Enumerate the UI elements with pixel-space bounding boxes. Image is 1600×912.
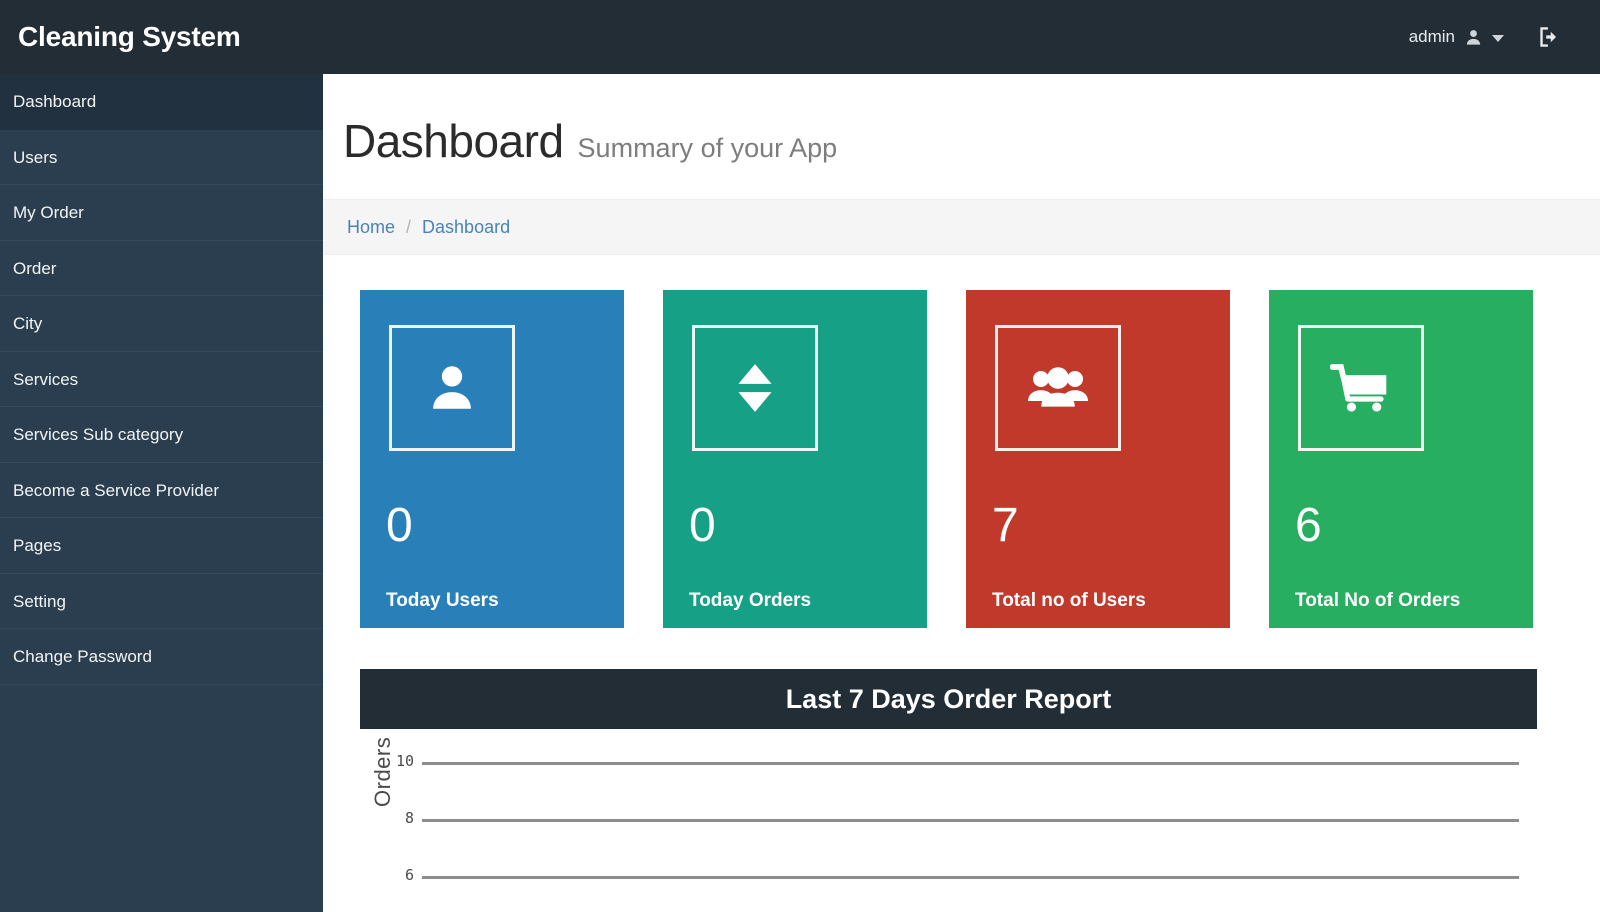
- sidebar-item-label: Services Sub category: [13, 425, 184, 444]
- sidebar-item-label: Users: [13, 147, 58, 167]
- sidebar-item-my-order[interactable]: My Order: [0, 185, 323, 241]
- sidebar-item-label: Setting: [13, 591, 66, 611]
- card-value: 0: [386, 499, 413, 552]
- sidebar-item-label: Pages: [13, 536, 62, 555]
- sidebar-item-label: Order: [13, 258, 57, 278]
- card-icon-frame: [692, 325, 818, 451]
- chart-gridrow: 6: [360, 866, 1537, 884]
- stat-card-today-orders[interactable]: 0 Today Orders: [663, 290, 927, 628]
- username-label: admin: [1408, 27, 1455, 46]
- sidebar-item-label: City: [13, 314, 43, 333]
- sidebar-item-label: Change Password: [13, 647, 152, 666]
- card-label: Total No of Orders: [1295, 590, 1461, 611]
- chart-y-tick: 10: [395, 752, 414, 770]
- stat-card-today-users[interactable]: 0 Today Users: [360, 290, 624, 628]
- chart-gridrow: 8: [360, 809, 1537, 827]
- card-icon-frame: [995, 325, 1121, 451]
- sidebar-item-change-password[interactable]: Change Password: [0, 629, 323, 685]
- app-brand: Cleaning System: [18, 21, 241, 52]
- stat-card-total-users[interactable]: 7 Total no of Users: [966, 290, 1230, 628]
- breadcrumb-dashboard[interactable]: Dashboard: [422, 217, 510, 238]
- breadcrumb-home[interactable]: Home: [347, 217, 395, 238]
- chart-gridline: [422, 819, 1519, 822]
- chart-title: Last 7 Days Order Report: [360, 668, 1537, 729]
- user-icon: [423, 359, 481, 417]
- user-icon: [1464, 28, 1483, 47]
- sidebar-item-dashboard[interactable]: Dashboard: [0, 74, 323, 130]
- chart-y-tick: 6: [404, 866, 414, 884]
- sidebar-item-services[interactable]: Services: [0, 352, 323, 407]
- sidebar-item-label: My Order: [13, 203, 84, 222]
- chart-y-axis-label: Orders: [370, 736, 395, 807]
- logout-button[interactable]: [1518, 0, 1580, 74]
- dashboard-page: Cleaning System admin Dashboard Users My…: [0, 0, 1600, 912]
- page-subtitle: Summary of your App: [577, 133, 838, 163]
- header-actions: admin: [1395, 0, 1600, 74]
- card-label: Total no of Users: [992, 590, 1146, 611]
- order-report-chart: Orders 10 8 6: [360, 729, 1537, 899]
- card-icon-frame: [389, 325, 515, 451]
- breadcrumb: Home / Dashboard: [323, 199, 1600, 255]
- chart-gridline: [422, 876, 1519, 879]
- order-report-panel: Last 7 Days Order Report Orders 10 8 6: [360, 668, 1537, 899]
- logout-icon: [1536, 24, 1562, 50]
- sidebar-item-become-a-service-provider[interactable]: Become a Service Provider: [0, 463, 323, 518]
- chart-gridrow: 10: [360, 752, 1537, 770]
- card-value: 6: [1295, 499, 1322, 552]
- card-label: Today Users: [386, 590, 499, 611]
- sidebar-item-city[interactable]: City: [0, 296, 323, 352]
- breadcrumb-separator: /: [406, 216, 412, 237]
- chart-gridline: [422, 762, 1519, 765]
- main-content: Dashboard Summary of your App Home / Das…: [323, 74, 1600, 912]
- stat-cards: 0 Today Users 0 Today Orders 7 Total no …: [323, 255, 1600, 628]
- user-menu[interactable]: admin: [1395, 0, 1518, 74]
- sidebar-item-setting[interactable]: Setting: [0, 574, 323, 629]
- sort-arrows-icon: [729, 359, 781, 417]
- sidebar-item-pages[interactable]: Pages: [0, 518, 323, 574]
- page-header: Dashboard Summary of your App: [323, 74, 1600, 168]
- card-icon-frame: [1298, 325, 1424, 451]
- top-header: Cleaning System admin: [0, 0, 1600, 74]
- shopping-cart-icon: [1330, 361, 1392, 415]
- chevron-down-icon: [1492, 35, 1504, 42]
- sidebar-item-label: Become a Service Provider: [13, 480, 219, 500]
- card-label: Today Orders: [689, 590, 812, 611]
- sidebar-item-label: Dashboard: [13, 92, 97, 111]
- sidebar-item-services-sub-category[interactable]: Services Sub category: [0, 407, 323, 463]
- users-group-icon: [1026, 360, 1090, 416]
- sidebar-item-order[interactable]: Order: [0, 241, 323, 296]
- chart-y-tick: 8: [404, 809, 414, 827]
- sidebar-nav: Dashboard Users My Order Order City Serv…: [0, 74, 323, 912]
- sidebar-item-label: Services: [13, 369, 79, 389]
- stat-card-total-orders[interactable]: 6 Total No of Orders: [1269, 290, 1533, 628]
- page-title: Dashboard: [343, 115, 564, 167]
- card-value: 0: [689, 499, 716, 552]
- sidebar-item-users[interactable]: Users: [0, 130, 323, 185]
- card-value: 7: [992, 499, 1019, 552]
